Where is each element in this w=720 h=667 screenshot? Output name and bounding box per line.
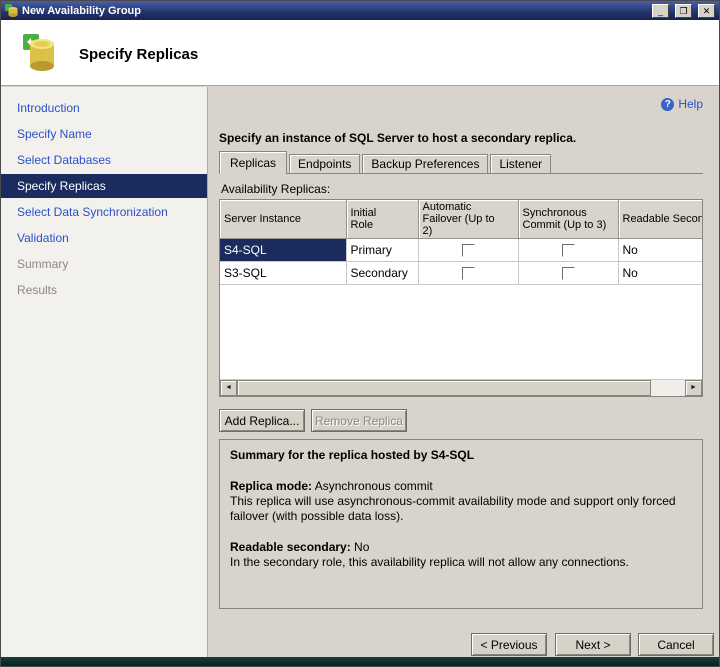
grid-caption: Availability Replicas: — [221, 182, 330, 196]
automatic-failover-checkbox[interactable] — [462, 267, 475, 280]
replica-summary-box: Summary for the replica hosted by S4-SQL… — [219, 439, 703, 609]
help-label: Help — [678, 97, 703, 111]
wizard-header: Specify Replicas — [1, 20, 719, 86]
cell-initial-role[interactable]: Secondary — [346, 262, 418, 285]
replica-mode-label: Replica mode: — [230, 479, 312, 493]
column-header-automatic-failover: Automatic Failover (Up to 2) — [418, 200, 518, 239]
replica-mode-value: Asynchronous commit — [312, 479, 433, 493]
main-panel: ? Help Specify an instance of SQL Server… — [209, 87, 719, 657]
cell-automatic-failover — [418, 239, 518, 262]
remove-replica-button: Remove Replica — [311, 409, 407, 432]
cell-synchronous-commit — [518, 262, 618, 285]
page-title: Specify Replicas — [79, 46, 198, 63]
cell-automatic-failover — [418, 262, 518, 285]
availability-replicas-grid: Server Instance Initial Role Automatic F… — [219, 199, 703, 397]
cell-readable-secondary[interactable]: No — [618, 262, 703, 285]
horizontal-scrollbar[interactable]: ◄ ► — [220, 379, 702, 396]
minimize-button[interactable]: _ — [652, 4, 669, 18]
replica-mode-description: This replica will use asynchronous-commi… — [230, 494, 692, 524]
column-header-initial-role: Initial Role — [346, 200, 418, 239]
sidebar-item-validation[interactable]: Validation — [1, 225, 207, 251]
scrollbar-track[interactable] — [651, 380, 685, 396]
maximize-button[interactable]: ❐ — [675, 4, 692, 18]
close-button[interactable]: ✕ — [698, 4, 715, 18]
tab-backup-preferences[interactable]: Backup Preferences — [362, 154, 488, 173]
automatic-failover-checkbox[interactable] — [462, 244, 475, 257]
synchronous-commit-checkbox[interactable] — [562, 244, 575, 257]
cell-readable-secondary[interactable]: No — [618, 239, 703, 262]
sidebar-item-specify-name[interactable]: Specify Name — [1, 121, 207, 147]
window-title: New Availability Group — [22, 5, 646, 17]
summary-title: Summary for the replica hosted by S4-SQL — [230, 448, 692, 463]
readable-secondary-description: In the secondary role, this availability… — [230, 555, 692, 570]
readable-secondary-value: No — [351, 540, 370, 554]
cell-server-instance[interactable]: S3-SQL — [220, 262, 346, 285]
next-button[interactable]: Next > — [555, 633, 631, 656]
scroll-right-icon[interactable]: ► — [685, 380, 702, 396]
column-header-synchronous-commit: Synchronous Commit (Up to 3) — [518, 200, 618, 239]
wizard-steps-sidebar: Introduction Specify Name Select Databas… — [1, 87, 208, 657]
table-row[interactable]: S4-SQL Primary No — [220, 239, 703, 262]
column-header-server-instance: Server Instance — [220, 200, 346, 239]
add-replica-button[interactable]: Add Replica... — [219, 409, 305, 432]
tab-replicas[interactable]: Replicas — [219, 151, 287, 174]
database-icon — [21, 32, 61, 76]
help-icon: ? — [661, 98, 674, 111]
new-availability-group-window: New Availability Group _ ❐ ✕ Specify Rep… — [0, 0, 720, 667]
scrollbar-thumb[interactable] — [237, 380, 651, 396]
help-link[interactable]: ? Help — [661, 97, 703, 111]
readable-secondary-section: Readable secondary: No In the secondary … — [230, 540, 692, 570]
window-bottom-edge — [1, 657, 719, 666]
tab-endpoints[interactable]: Endpoints — [289, 154, 360, 173]
sidebar-item-summary: Summary — [1, 251, 207, 277]
cell-server-instance[interactable]: S4-SQL — [220, 239, 346, 262]
instruction-text: Specify an instance of SQL Server to hos… — [219, 131, 576, 145]
table-row[interactable]: S3-SQL Secondary No — [220, 262, 703, 285]
synchronous-commit-checkbox[interactable] — [562, 267, 575, 280]
readable-secondary-label: Readable secondary: — [230, 540, 351, 554]
cancel-button[interactable]: Cancel — [638, 633, 714, 656]
sidebar-item-introduction[interactable]: Introduction — [1, 95, 207, 121]
cell-initial-role[interactable]: Primary — [346, 239, 418, 262]
sidebar-item-results: Results — [1, 277, 207, 303]
cell-synchronous-commit — [518, 239, 618, 262]
previous-button[interactable]: < Previous — [471, 633, 547, 656]
sidebar-item-select-databases[interactable]: Select Databases — [1, 147, 207, 173]
sidebar-item-select-data-synchronization[interactable]: Select Data Synchronization — [1, 199, 207, 225]
titlebar: New Availability Group _ ❐ ✕ — [1, 1, 719, 20]
grid-header-row: Server Instance Initial Role Automatic F… — [220, 200, 703, 239]
sidebar-item-specify-replicas[interactable]: Specify Replicas — [1, 174, 207, 198]
scroll-left-icon[interactable]: ◄ — [220, 380, 237, 396]
column-header-readable-secondary: Readable Secondary — [618, 200, 703, 239]
replica-mode-section: Replica mode: Asynchronous commit This r… — [230, 479, 692, 524]
tab-listener[interactable]: Listener — [490, 154, 551, 173]
app-icon — [5, 4, 18, 17]
tabstrip: Replicas Endpoints Backup Preferences Li… — [219, 151, 703, 174]
